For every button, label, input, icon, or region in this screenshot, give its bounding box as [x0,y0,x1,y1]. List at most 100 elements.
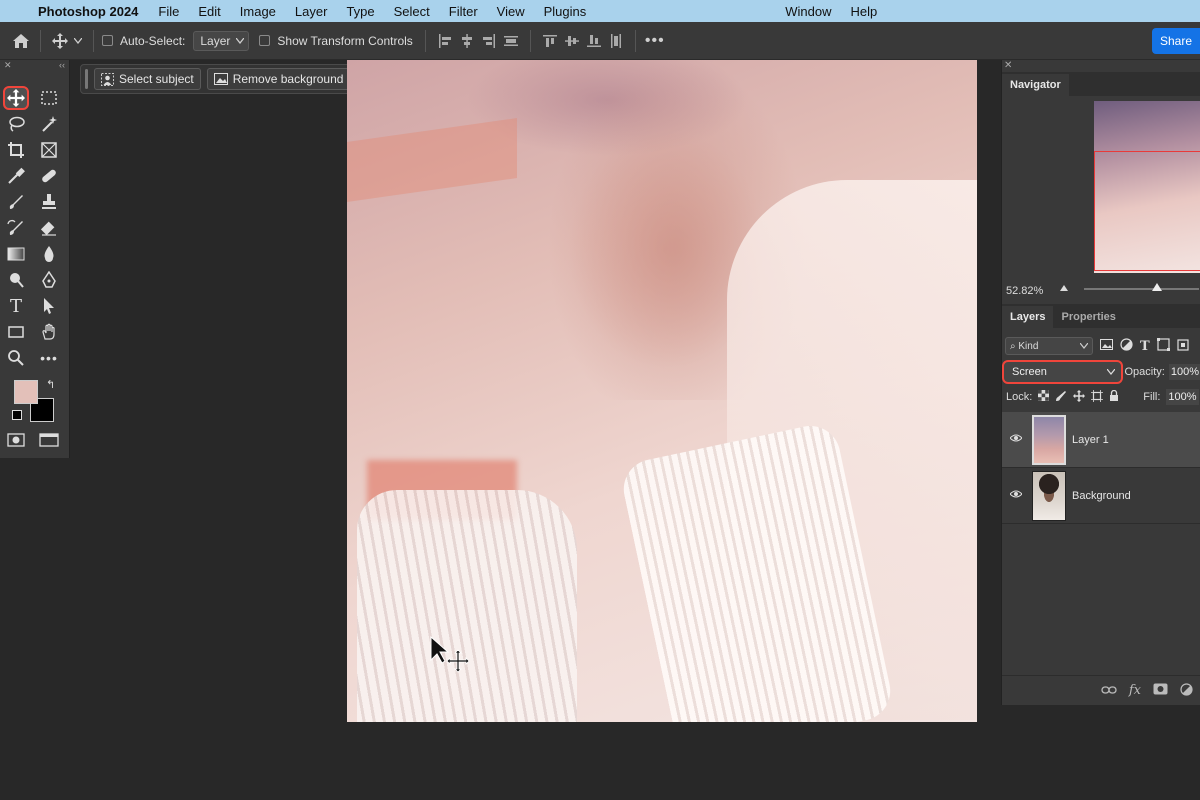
menu-filter[interactable]: Filter [449,4,478,19]
rectangle-icon[interactable] [3,320,29,344]
lock-pixels-icon[interactable] [1055,390,1067,405]
distribute-v-icon[interactable] [605,30,627,52]
layer-name[interactable]: Background [1072,490,1131,502]
navigator-view-box[interactable] [1094,151,1200,271]
align-center-h-icon[interactable] [456,30,478,52]
eyedropper-icon[interactable] [3,164,29,188]
fill-field[interactable]: 100% [1166,389,1199,405]
tab-navigator[interactable]: Navigator [1002,74,1069,96]
share-button[interactable]: Share [1152,28,1200,54]
dodge-icon[interactable] [3,268,29,292]
fx-icon[interactable]: fx [1129,683,1141,698]
remove-background-button[interactable]: Remove background [206,68,351,90]
healing-brush-icon[interactable] [36,164,62,188]
menu-type[interactable]: Type [346,4,374,19]
link-layers-icon[interactable] [1101,684,1117,698]
menu-window[interactable]: Window [785,4,831,19]
align-right-icon[interactable] [478,30,500,52]
home-icon[interactable] [10,30,32,52]
visibility-eye-icon[interactable] [1006,490,1026,501]
opacity-label: Opacity: [1124,366,1165,378]
zoom-value[interactable]: 52.82% [1006,285,1043,297]
align-bottom-icon[interactable] [583,30,605,52]
layer-filter-dropdown[interactable]: ⌕ Kind [1005,337,1093,355]
navigator-thumbnail[interactable] [1094,101,1200,273]
chevron-down-icon [1106,369,1115,375]
foreground-color-swatch[interactable] [14,380,38,404]
gradient-icon[interactable] [3,242,29,266]
lock-position-icon[interactable] [1073,389,1086,405]
blend-mode-dropdown[interactable]: Screen [1002,360,1123,384]
tab-properties[interactable]: Properties [1053,306,1123,328]
visibility-eye-icon[interactable] [1006,434,1026,445]
collapse-icon[interactable]: ‹‹ [59,60,65,72]
align-middle-v-icon[interactable] [561,30,583,52]
lock-all-icon[interactable] [1109,389,1119,405]
magic-wand-icon[interactable] [36,112,62,136]
default-colors-icon[interactable] [12,410,22,420]
eraser-icon[interactable] [36,216,62,240]
frame-tool-icon[interactable] [36,138,62,162]
menu-plugins[interactable]: Plugins [544,4,587,19]
opacity-field[interactable]: 100% [1168,364,1200,380]
layer-name[interactable]: Layer 1 [1072,434,1109,446]
select-subject-button[interactable]: Select subject [94,68,201,90]
type-filter-icon[interactable]: T [1140,339,1150,354]
zoom-out-icon[interactable] [1060,285,1068,291]
menu-select[interactable]: Select [394,4,430,19]
pen-icon[interactable] [36,268,62,292]
add-mask-icon[interactable] [1153,683,1168,698]
quick-mask-icon[interactable] [3,428,29,452]
layer-row-layer-1[interactable]: Layer 1 [1002,412,1200,468]
more-options-icon[interactable]: ••• [644,30,666,52]
shape-filter-icon[interactable] [1156,338,1170,354]
lasso-tool-icon[interactable] [3,112,29,136]
menu-bar: Photoshop 2024 File Edit Image Layer Typ… [0,0,1200,22]
menu-help[interactable]: Help [851,4,878,19]
more-tools-icon[interactable]: ••• [36,346,62,370]
close-icon[interactable]: ✕ [4,60,12,72]
menu-image[interactable]: Image [240,4,276,19]
path-select-icon[interactable] [36,294,62,318]
menu-edit[interactable]: Edit [198,4,220,19]
align-left-icon[interactable] [434,30,456,52]
menu-layer[interactable]: Layer [295,4,328,19]
marquee-tool-icon[interactable] [36,86,62,110]
align-top-icon[interactable] [539,30,561,52]
blur-icon[interactable] [36,242,62,266]
chevron-down-icon[interactable] [71,30,85,52]
brush-icon[interactable] [3,190,29,214]
zoom-slider-knob[interactable] [1152,283,1162,291]
menu-view[interactable]: View [497,4,525,19]
distribute-icon[interactable] [500,30,522,52]
crop-tool-icon[interactable] [3,138,29,162]
adjustment-filter-icon[interactable] [1120,338,1133,354]
document-canvas[interactable] [347,60,977,722]
layer-thumbnail [1032,470,1066,521]
auto-select-checkbox[interactable] [102,35,113,46]
app-name-menu[interactable]: Photoshop 2024 [38,4,138,19]
close-icon[interactable]: ✕ [1004,60,1012,71]
tab-layers[interactable]: Layers [1002,306,1054,328]
swap-colors-icon[interactable]: ↰ [46,378,55,391]
chevron-down-icon [1080,343,1088,349]
zoom-icon[interactable] [3,346,29,370]
drag-handle[interactable] [85,69,88,89]
lock-transparent-icon[interactable] [1038,390,1050,404]
auto-select-dropdown[interactable]: Layer [193,30,250,51]
stamp-icon[interactable] [36,190,62,214]
history-brush-icon[interactable] [3,216,29,240]
move-tool-icon[interactable] [3,86,29,110]
type-icon[interactable]: T [3,294,29,318]
move-tool-preset-icon[interactable] [49,30,71,52]
menu-file[interactable]: File [158,4,179,19]
adjustment-layer-icon[interactable] [1180,682,1193,699]
screen-mode-icon[interactable] [36,428,62,452]
lock-artboard-icon[interactable] [1091,389,1104,405]
smart-object-filter-icon[interactable] [1177,338,1189,354]
layer-row-background[interactable]: Background [1002,468,1200,524]
show-transform-checkbox[interactable] [259,35,271,46]
image-filter-icon[interactable] [1100,339,1113,353]
hand-icon[interactable] [36,320,62,344]
zoom-slider[interactable] [1084,283,1199,291]
